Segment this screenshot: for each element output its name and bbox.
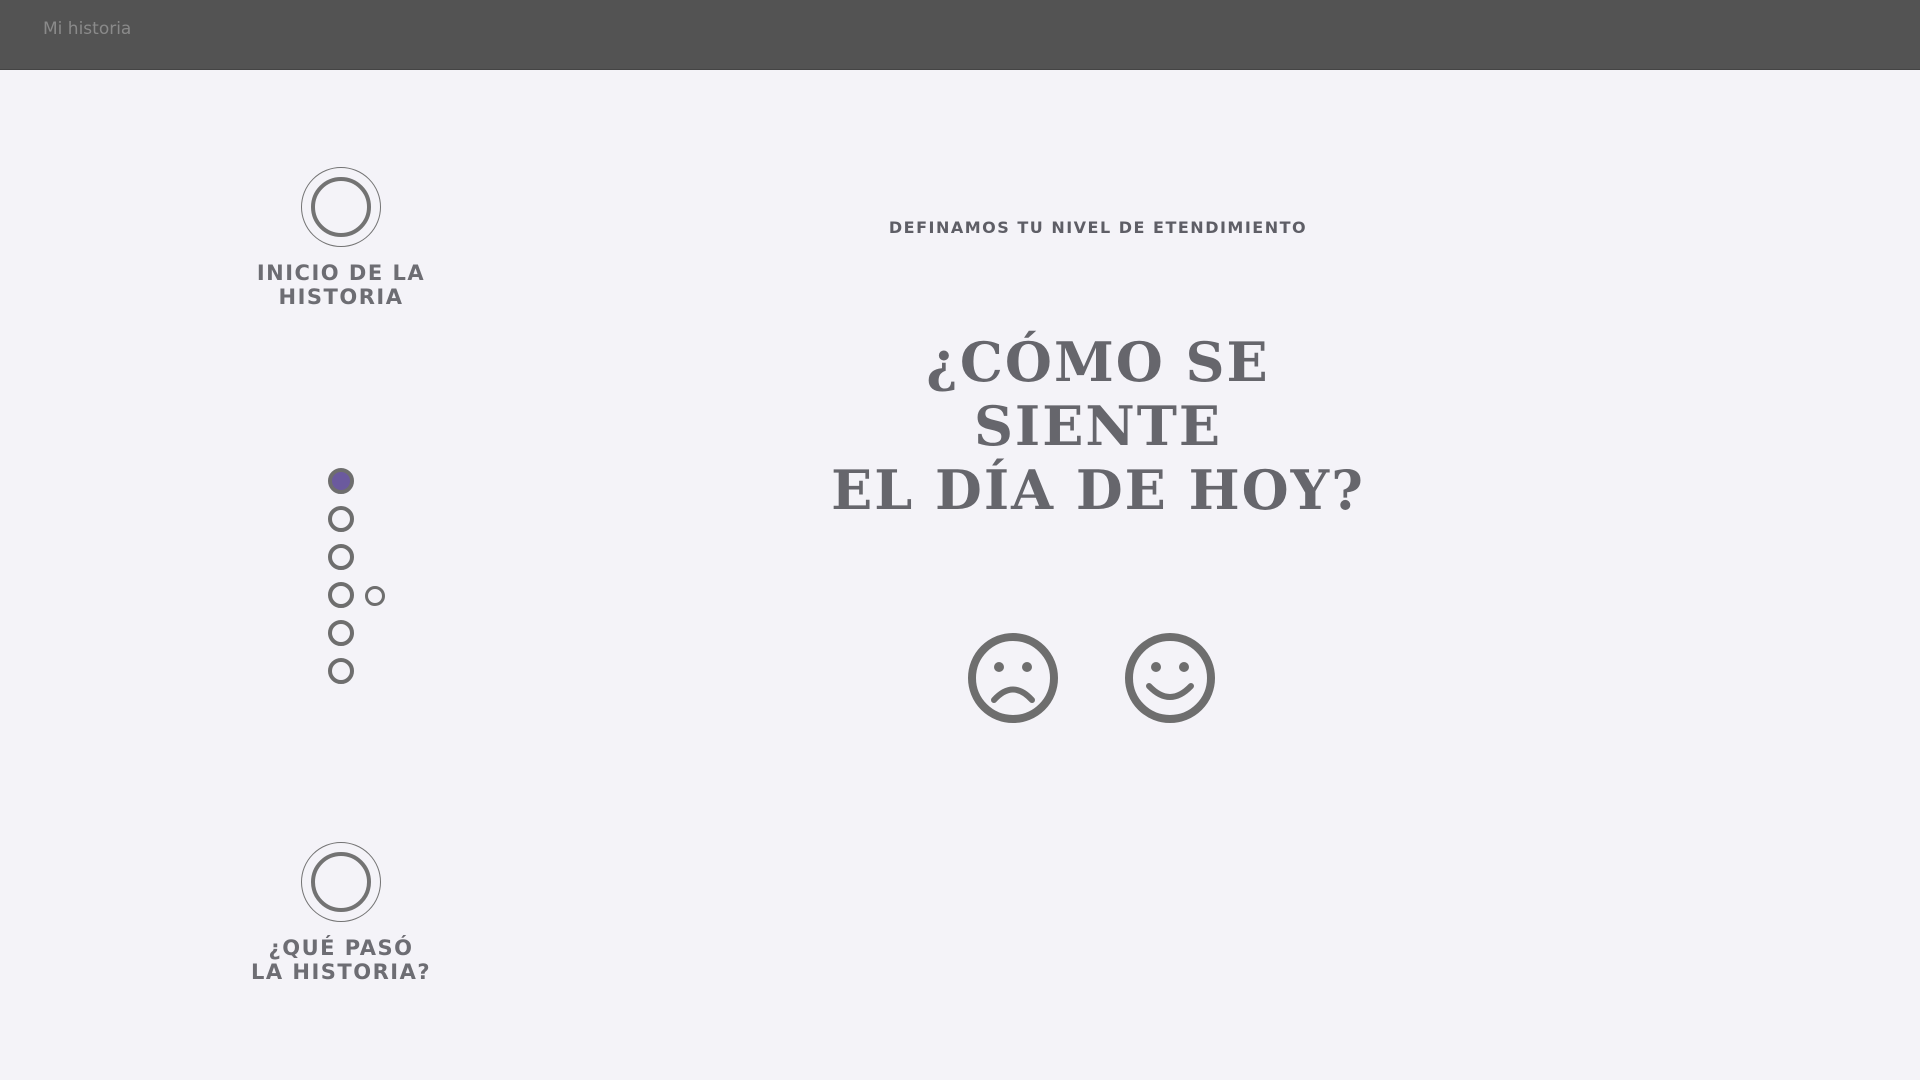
app-title: Mi historia bbox=[43, 19, 132, 39]
happy-face-icon bbox=[1125, 633, 1215, 723]
sad-face-button[interactable] bbox=[967, 632, 1059, 724]
step-dot-6[interactable] bbox=[328, 658, 354, 684]
milestone-start[interactable]: INICIO DE LA HISTORIA bbox=[231, 167, 451, 309]
step-dot-1[interactable] bbox=[328, 468, 354, 494]
happy-face-button[interactable] bbox=[1124, 632, 1216, 724]
question-heading: ¿CÓMO SE SIENTE EL DÍA DE HOY? bbox=[831, 330, 1365, 522]
milestone-end-ring-icon bbox=[301, 842, 381, 922]
page-subtitle: DEFINAMOS TU NIVEL DE ETENDIMIENTO bbox=[888, 218, 1308, 237]
step-dot-2[interactable] bbox=[328, 506, 354, 532]
top-bar: Mi historia bbox=[0, 0, 1920, 70]
milestone-end[interactable]: ¿QUÉ PASÓ LA HISTORIA? bbox=[231, 842, 451, 984]
milestone-start-label: INICIO DE LA HISTORIA bbox=[256, 261, 426, 309]
step-dot-5[interactable] bbox=[328, 620, 354, 646]
milestone-end-label: ¿QUÉ PASÓ LA HISTORIA? bbox=[250, 936, 432, 984]
step-substep-dot[interactable] bbox=[365, 586, 385, 606]
step-dot-3[interactable] bbox=[328, 544, 354, 570]
step-dot-4[interactable] bbox=[328, 582, 354, 608]
sad-face-icon bbox=[968, 633, 1058, 723]
